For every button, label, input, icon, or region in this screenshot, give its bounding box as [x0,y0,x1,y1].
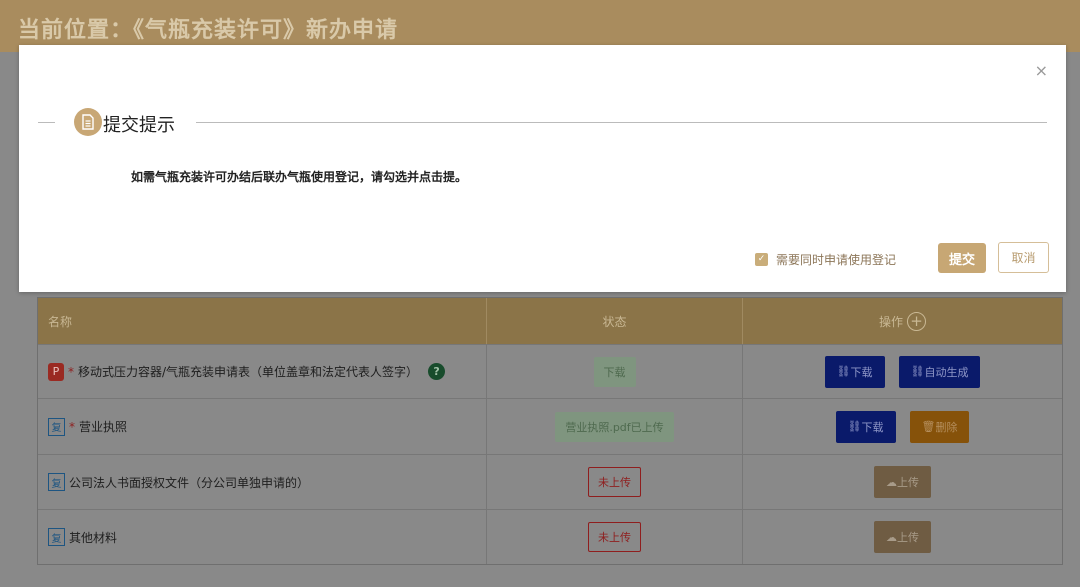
header-name: 名称 [38,298,487,344]
file-icon: 复 [48,417,65,436]
upload-button-label: 上传 [897,476,919,489]
header-status: 状态 [487,298,743,344]
joint-registration-checkbox[interactable]: ✓ [755,253,768,266]
document-icon-glyph [82,114,94,130]
cancel-button[interactable]: 取消 [998,242,1049,273]
status-badge: 营业执照.pdf已上传 [555,411,674,442]
heading-divider-right [196,122,1047,123]
row-status-cell: 未上传 [487,455,743,509]
link-icon: ⛓ [910,365,925,378]
header-action-label: 操作 [878,314,903,329]
delete-button[interactable]: 🗑 删除 [909,410,970,443]
table-header: 名称 状态 操作 + [38,298,1062,344]
joint-registration-checkbox-row[interactable]: ✓ 需要同时申请使用登记 [755,251,896,268]
download-button-label: 下载 [850,365,873,379]
cloud-upload-icon: ☁ [886,530,897,544]
cloud-upload-icon: ☁ [886,475,897,489]
row-name: 其他材料 [69,530,118,545]
close-icon[interactable]: × [1035,61,1048,80]
table-row: P * 移动式压力容器/气瓶充装申请表（单位盖章和法定代表人签字） ? 下载 ⛓… [38,344,1062,398]
row-action-cell: ⛓ 下载 ⛓ 自动生成 [743,345,1062,398]
table-row: 复 公司法人书面授权文件（分公司单独申请的） 未上传 ☁ 上传 [38,454,1062,509]
status-badge: 未上传 [588,522,641,552]
row-name: 移动式压力容器/气瓶充装申请表（单位盖章和法定代表人签字） [78,365,419,379]
heading-divider-left [38,122,55,123]
status-badge: 未上传 [588,467,641,497]
row-name-cell: P * 移动式压力容器/气瓶充装申请表（单位盖章和法定代表人签字） ? [38,345,487,398]
row-action-cell: ☁ 上传 [743,510,1062,564]
dialog-heading: 提交提示 [103,115,175,136]
pdf-icon: P [48,362,64,381]
file-icon: 复 [48,528,65,546]
upload-button[interactable]: ☁ 上传 [874,521,931,553]
download-button[interactable]: ⛓ 下载 [824,355,885,388]
submit-button[interactable]: 提交 [938,243,986,273]
delete-button-label: 删除 [935,420,958,434]
row-name: 营业执照 [79,420,128,434]
dialog-message: 如需气瓶充装许可办结后联办气瓶使用登记，请勾选并点击提。 [131,170,468,184]
row-status-cell: 营业执照.pdf已上传 [487,399,743,454]
link-icon: ⛓ [847,420,862,433]
header-action: 操作 + [743,298,1062,344]
upload-button[interactable]: ☁ 上传 [874,466,931,498]
row-name-cell: 复 * 营业执照 [38,399,487,454]
link-icon: ⛓ [836,365,851,378]
row-action-cell: ⛓ 下载 🗑 删除 [743,399,1062,454]
table-row: 复 其他材料 未上传 ☁ 上传 [38,509,1062,564]
row-name-cell: 复 公司法人书面授权文件（分公司单独申请的） [38,455,487,509]
joint-registration-checkbox-label[interactable]: 需要同时申请使用登记 [776,251,896,268]
row-action-cell: ☁ 上传 [743,455,1062,509]
auto-generate-button-label: 自动生成 [924,365,969,379]
trash-icon: 🗑 [921,420,936,433]
row-status-cell: 下载 [487,345,743,398]
download-button-label: 下载 [861,420,884,434]
row-name: 公司法人书面授权文件（分公司单独申请的） [69,475,310,490]
materials-table: 名称 状态 操作 + P * 移动式压力容器/气瓶充装申请表（单位盖章和法定代表… [37,297,1063,565]
submit-dialog: × 提交提示 如需气瓶充装许可办结后联办气瓶使用登记，请勾选并点击提。 ✓ 需要… [19,45,1066,292]
page-title: 当前位置：《气瓶充装许可》新办申请 [18,18,399,43]
auto-generate-button[interactable]: ⛓ 自动生成 [898,355,981,388]
file-icon: 复 [48,473,65,491]
required-mark: * [69,419,75,434]
row-name-cell: 复 其他材料 [38,510,487,564]
row-status-cell: 未上传 [487,510,743,564]
help-icon[interactable]: ? [428,363,446,380]
status-badge[interactable]: 下载 [593,356,636,387]
download-button[interactable]: ⛓ 下载 [835,410,896,443]
upload-button-label: 上传 [897,531,919,544]
table-row: 复 * 营业执照 营业执照.pdf已上传 ⛓ 下载 🗑 删除 [38,398,1062,454]
document-icon [74,108,102,136]
required-mark: * [68,364,74,379]
add-icon[interactable]: + [907,311,926,331]
